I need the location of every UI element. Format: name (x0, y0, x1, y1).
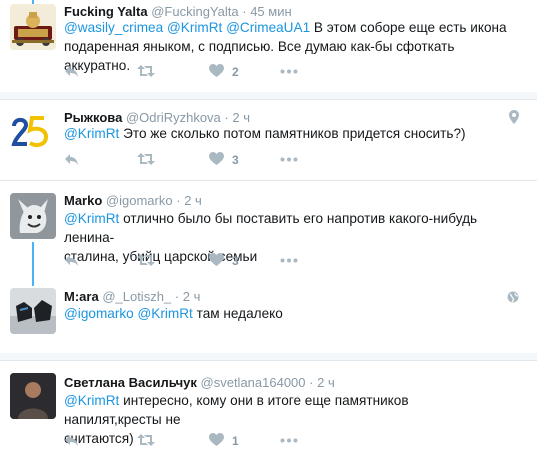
reply-icon[interactable] (64, 152, 79, 168)
username[interactable]: @FuckingYalta (151, 4, 238, 19)
username[interactable]: @OdriRyzhkova (126, 110, 221, 125)
username[interactable]: @igomarko (106, 193, 173, 208)
display-name[interactable]: M:ara (64, 289, 99, 304)
retweet-icon[interactable] (137, 152, 155, 168)
like-count: 2 (232, 65, 239, 79)
tweet-text-part: В этом соборе еще есть икона (313, 20, 507, 35)
separator-dot: · (309, 375, 314, 390)
mention-link[interactable]: @CrimeaUA1 (226, 20, 310, 35)
conversation-separator (0, 353, 537, 360)
avatar[interactable] (10, 373, 56, 419)
avatar[interactable] (10, 4, 56, 50)
tweet-text-part: подаренная яныком, с подписью. Все думаю… (64, 39, 455, 73)
username[interactable]: @_Lotiszh_ (102, 289, 171, 304)
reply-icon[interactable] (64, 64, 79, 80)
mention-link[interactable]: @igomarko (64, 306, 134, 321)
display-name[interactable]: Рыжкова (64, 110, 122, 125)
separator-dot: · (174, 289, 180, 304)
tweet-header: Светлана Васильчук @svetlana164000 · 2 ч (64, 375, 335, 391)
tweet-marko[interactable]: Marko @igomarko · 2 ч @KrimRt отлично бы… (0, 181, 537, 281)
retweet-icon[interactable] (137, 64, 155, 80)
separator-dot: · (242, 4, 247, 19)
like-count: 3 (232, 153, 239, 167)
timestamp[interactable]: 45 мин (250, 4, 291, 19)
reply-icon[interactable] (64, 433, 79, 449)
separator-dot: · (224, 110, 229, 125)
retweet-icon[interactable] (137, 253, 155, 269)
display-name[interactable]: Marko (64, 193, 102, 208)
like-icon[interactable] (209, 433, 224, 449)
tweet-ryzhkova[interactable]: Рыжкова @OdriRyzhkova · 2 ч @KrimRt Это … (0, 100, 537, 180)
avatar[interactable] (10, 193, 56, 239)
avatar[interactable] (10, 288, 56, 334)
reply-icon[interactable] (64, 253, 79, 269)
tweet-text: @wasily_crimea @KrimRt @CrimeaUA1 В этом… (64, 18, 509, 75)
mention-link[interactable]: @KrimRt (64, 126, 119, 141)
like-count: 3 (232, 254, 239, 268)
like-icon[interactable] (209, 152, 224, 168)
tweet-text-part: сталина, убийц царской семьи (64, 249, 258, 264)
more-icon[interactable] (280, 258, 298, 274)
timestamp[interactable]: 2 ч (184, 193, 202, 208)
timestamp[interactable]: 2 ч (232, 110, 250, 125)
tweet-header: M:ara @_Lotiszh_ · 2 ч (64, 289, 200, 305)
tweet-text-part: отлично было бы поставить его напротив к… (64, 211, 478, 245)
mention-link[interactable]: @KrimRt (167, 20, 222, 35)
like-count: 1 (232, 434, 239, 448)
tweet-text: @igomarko @KrimRt там недалеко (64, 304, 509, 323)
username[interactable]: @svetlana164000 (201, 375, 306, 390)
mention-link[interactable]: @wasily_crimea (64, 20, 163, 35)
tweet-header: Marko @igomarko · 2 ч (64, 193, 202, 209)
tweet-fucking-yalta[interactable]: Fucking Yalta @FuckingYalta · 45 мин @wa… (0, 0, 537, 92)
display-name[interactable]: Fucking Yalta (64, 4, 148, 19)
separator-dot: · (176, 193, 181, 208)
mention-link[interactable]: @KrimRt (64, 211, 119, 226)
tweet-svetlana[interactable]: Светлана Васильчук @svetlana164000 · 2 ч… (0, 361, 537, 452)
tweet-text-part: Это же сколько потом памятников придется… (123, 126, 466, 141)
tweet-mara[interactable]: M:ara @_Lotiszh_ · 2 ч @igomarko @KrimRt… (0, 284, 537, 346)
like-icon[interactable] (209, 64, 224, 80)
timestamp[interactable]: 2 ч (183, 289, 201, 304)
retweet-icon[interactable] (137, 433, 155, 449)
mention-link[interactable]: @KrimRt (138, 306, 193, 321)
more-icon[interactable] (280, 157, 298, 173)
display-name[interactable]: Светлана Васильчук (64, 375, 197, 390)
mention-link[interactable]: @KrimRt (64, 393, 119, 408)
avatar[interactable] (10, 110, 56, 156)
tweet-text-part: там недалеко (196, 306, 283, 321)
conversation-separator (0, 92, 537, 99)
more-icon[interactable] (280, 69, 298, 85)
tweet-text: @KrimRt Это же сколько потом памятников … (64, 124, 509, 143)
like-icon[interactable] (209, 253, 224, 269)
timestamp[interactable]: 2 ч (317, 375, 335, 390)
location-pin-icon[interactable] (509, 110, 519, 129)
